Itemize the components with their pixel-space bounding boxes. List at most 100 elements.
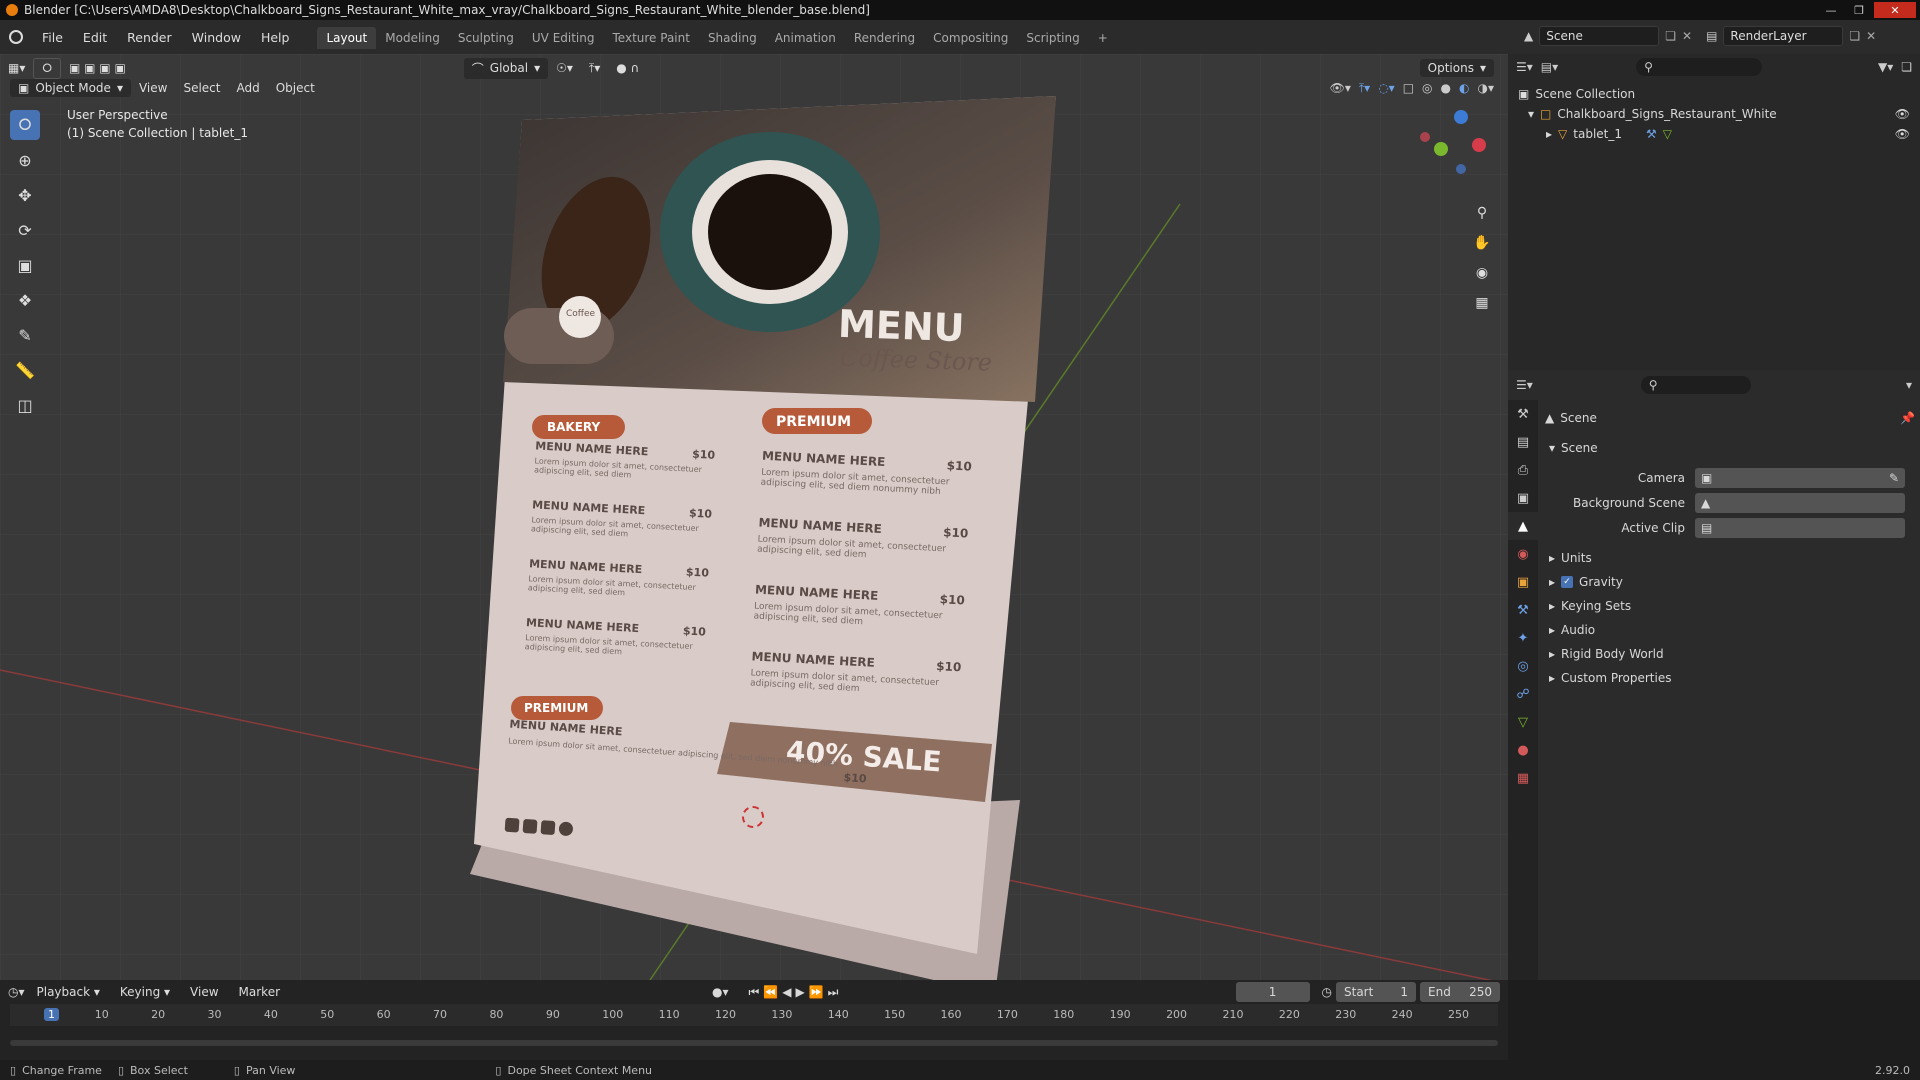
tab-scripting[interactable]: Scripting xyxy=(1017,27,1088,49)
rigid-body-world-section[interactable]: ▸ Rigid Body World xyxy=(1545,644,1915,664)
move-tool[interactable]: ✥ xyxy=(10,180,40,210)
active-clip-field[interactable]: ▤ xyxy=(1695,518,1905,538)
frame-ruler[interactable]: 1 10 20 30 40 50 60 70 80 90 100 110 120 130 140 150 160… xyxy=(10,1004,1498,1026)
xray-icon[interactable]: □ xyxy=(1403,81,1414,96)
menu-file[interactable]: File xyxy=(32,30,73,45)
3d-viewport[interactable]: MENU Coffee Store Coffee BAKERY PREMIUM … xyxy=(0,54,1508,980)
texture-tab-icon[interactable]: ▦ xyxy=(1508,764,1538,792)
eye-icon[interactable]: 👁 xyxy=(1895,127,1910,141)
menu-playback[interactable]: Playback ▾ xyxy=(29,983,108,1001)
menu-object[interactable]: Object xyxy=(268,79,323,97)
tab-layout[interactable]: Layout xyxy=(317,27,377,49)
start-frame-field[interactable]: Start 1 xyxy=(1336,982,1416,1002)
physics-tab-icon[interactable]: ◎ xyxy=(1508,652,1538,680)
keyframe-area[interactable] xyxy=(10,1026,1498,1052)
filter-icon[interactable]: ▼▾ xyxy=(1878,60,1893,74)
menu-render[interactable]: Render xyxy=(117,30,182,45)
transform-tool[interactable]: ❖ xyxy=(10,285,40,315)
background-scene-field[interactable]: ▲ xyxy=(1695,493,1905,513)
menu-view[interactable]: View xyxy=(131,79,175,97)
scene-icon[interactable]: ▲ xyxy=(1524,29,1533,43)
tool-tab-icon[interactable]: ⚒ xyxy=(1508,400,1538,428)
navigation-gizmo[interactable] xyxy=(1412,110,1492,190)
select-box-tool[interactable]: ⭘ xyxy=(10,110,40,140)
menu-add[interactable]: Add xyxy=(228,79,267,97)
options-dropdown[interactable]: Options ▾ xyxy=(1419,59,1494,77)
camera-view-icon[interactable]: ◉ xyxy=(1469,260,1495,286)
menu-timeline-view[interactable]: View xyxy=(182,983,226,1001)
units-section[interactable]: ▸ Units xyxy=(1545,548,1915,568)
annotate-tool[interactable]: ✎ xyxy=(10,320,40,350)
rotate-tool[interactable]: ⟳ xyxy=(10,215,40,245)
delete-scene-icon[interactable]: ✕ xyxy=(1682,29,1692,43)
snap-icon[interactable]: ⤒▾ xyxy=(581,59,608,78)
zoom-icon[interactable]: ⚲ xyxy=(1469,200,1495,226)
wireframe-shading-icon[interactable]: ◎ xyxy=(1422,81,1432,96)
add-cube-tool[interactable]: ◫ xyxy=(10,390,40,420)
perspective-grid-icon[interactable]: ▦ xyxy=(1469,290,1495,316)
timeline-editor-icon[interactable]: ◷▾ xyxy=(8,985,25,999)
orientation-dropdown[interactable]: ⌒ Global ▾ xyxy=(463,57,549,79)
delete-layer-icon[interactable]: ✕ xyxy=(1866,29,1876,43)
world-tab-icon[interactable]: ◉ xyxy=(1508,540,1538,568)
menu-select[interactable]: Select xyxy=(175,79,228,97)
new-scene-icon[interactable]: ❏ xyxy=(1665,29,1676,43)
menu-keying[interactable]: Keying ▾ xyxy=(112,983,178,1001)
tab-sculpting[interactable]: Sculpting xyxy=(449,27,523,49)
custom-properties-section[interactable]: ▸ Custom Properties xyxy=(1545,668,1915,688)
audio-section[interactable]: ▸ Audio xyxy=(1545,620,1915,640)
eye-icon[interactable]: 👁 xyxy=(1895,107,1910,121)
maximize-button[interactable]: ❐ xyxy=(1846,2,1872,18)
tab-texture-paint[interactable]: Texture Paint xyxy=(604,27,699,49)
properties-search-input[interactable]: ⚲ xyxy=(1640,376,1751,394)
tab-animation[interactable]: Animation xyxy=(766,27,845,49)
solid-shading-icon[interactable]: ● xyxy=(1441,81,1451,96)
new-layer-icon[interactable]: ❏ xyxy=(1849,29,1860,43)
measure-tool[interactable]: 📏 xyxy=(10,355,40,385)
constraints-tab-icon[interactable]: ☍ xyxy=(1508,680,1538,708)
select-mode-icon[interactable]: ⭘ xyxy=(33,57,61,79)
tab-compositing[interactable]: Compositing xyxy=(924,27,1017,49)
outliner-editor-icon[interactable]: ☰▾ xyxy=(1516,60,1533,74)
end-frame-field[interactable]: End 250 xyxy=(1420,982,1500,1002)
cursor-tool[interactable]: ⊕ xyxy=(10,145,40,175)
scene-collection-row[interactable]: ▣ Scene Collection xyxy=(1518,84,1910,104)
gizmo-toggle-icon[interactable]: ⤒▾ xyxy=(1359,81,1370,96)
3d-cursor-icon[interactable] xyxy=(742,806,764,828)
scene-panel-header[interactable]: ▾ Scene xyxy=(1545,438,1915,458)
tab-rendering[interactable]: Rendering xyxy=(845,27,924,49)
renderlayer-icon[interactable]: ▤ xyxy=(1706,29,1717,43)
overlay-toggle-icon[interactable]: ◌▾ xyxy=(1378,81,1395,96)
view-layer-tab-icon[interactable]: ▣ xyxy=(1508,484,1538,512)
material-shading-icon[interactable]: ◐ xyxy=(1459,81,1469,96)
pivot-icon[interactable]: ☉▾ xyxy=(548,59,581,77)
pin-icon[interactable]: 📌 xyxy=(1900,411,1915,425)
new-collection-icon[interactable]: ❏ xyxy=(1901,60,1912,74)
collection-row[interactable]: ▾ □ Chalkboard_Signs_Restaurant_White 👁 xyxy=(1518,104,1910,124)
scene-tab-icon[interactable]: ▲ xyxy=(1508,512,1538,540)
scene-selector[interactable]: Scene xyxy=(1539,26,1660,46)
camera-field[interactable]: ▣ ✎ xyxy=(1695,468,1905,488)
select-modes-icons[interactable]: ▣ ▣ ▣ ▣ xyxy=(61,59,134,77)
mode-dropdown[interactable]: ▣ Object Mode ▾ xyxy=(10,79,131,97)
visibility-icon[interactable]: 👁▾ xyxy=(1330,81,1351,96)
render-tab-icon[interactable]: ▤ xyxy=(1508,428,1538,456)
record-icon[interactable]: ●▾ xyxy=(712,985,729,999)
object-tab-icon[interactable]: ▣ xyxy=(1508,568,1538,596)
tab-shading[interactable]: Shading xyxy=(699,27,766,49)
properties-editor-icon[interactable]: ☰▾ xyxy=(1516,378,1533,392)
timeline-scrollbar[interactable] xyxy=(10,1040,1498,1046)
current-frame-field[interactable]: 1 xyxy=(1235,982,1310,1002)
gravity-checkbox[interactable]: ✓ xyxy=(1561,576,1574,588)
minimize-button[interactable]: — xyxy=(1818,2,1844,18)
menu-edit[interactable]: Edit xyxy=(73,30,117,45)
properties-options-icon[interactable]: ▾ xyxy=(1906,378,1912,392)
close-button[interactable]: ✕ xyxy=(1874,2,1916,18)
keying-sets-section[interactable]: ▸ Keying Sets xyxy=(1545,596,1915,616)
tab-modeling[interactable]: Modeling xyxy=(376,27,449,49)
gravity-section[interactable]: ▸ ✓ Gravity xyxy=(1545,572,1915,592)
renderlayer-selector[interactable]: RenderLayer xyxy=(1723,26,1844,46)
menu-help[interactable]: Help xyxy=(251,30,300,45)
blender-menu-icon[interactable] xyxy=(0,30,32,44)
playhead[interactable]: 1 xyxy=(44,1008,59,1021)
